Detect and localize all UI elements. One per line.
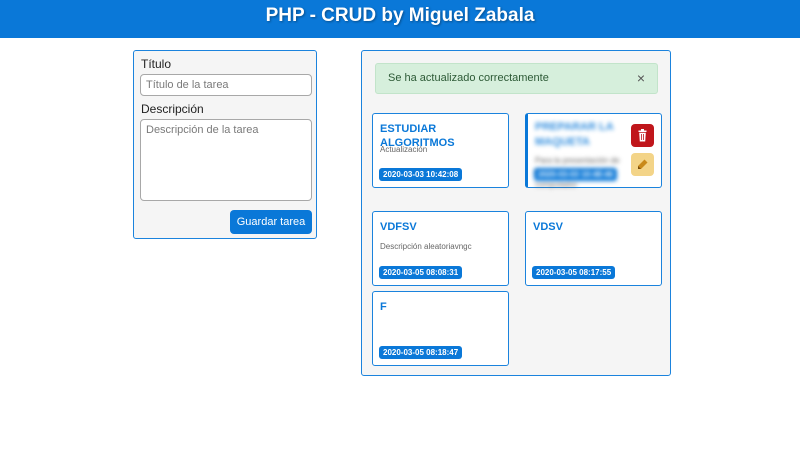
title-input[interactable]: [140, 74, 312, 96]
save-task-button[interactable]: Guardar tarea: [230, 210, 312, 234]
task-date-badge: 2020-03-05 08:17:55: [532, 266, 616, 279]
task-date-badge: 2020-03-03 10:48:46: [534, 168, 618, 181]
pencil-icon: [638, 159, 648, 169]
task-card[interactable]: ESTUDIAR ALGORITMOS Actualización 2020-0…: [372, 113, 509, 188]
description-textarea[interactable]: [140, 119, 312, 201]
success-alert: Se ha actualizado correctamente ×: [375, 63, 658, 94]
task-date-badge: 2020-03-03 10:42:08: [379, 168, 463, 181]
task-card[interactable]: F 2020-03-05 08:18:47: [372, 291, 509, 366]
task-list-panel: Se ha actualizado correctamente × ESTUDI…: [361, 50, 671, 376]
task-description: Actualización: [380, 145, 428, 154]
task-title: PREPARAR LA MAQUETA: [535, 121, 614, 148]
trash-icon: [638, 129, 647, 142]
task-title: F: [380, 301, 387, 313]
app-header: PHP - CRUD by Miguel Zabala: [0, 0, 800, 38]
description-label: Descripción: [141, 102, 204, 116]
app-title: PHP - CRUD by Miguel Zabala: [265, 5, 535, 26]
task-card[interactable]: VDFSV Descripción aleatoriavngc 2020-03-…: [372, 211, 509, 286]
task-date-badge: 2020-03-05 08:08:31: [379, 266, 463, 279]
task-description: Descripción aleatoriavngc: [380, 242, 472, 251]
task-date-badge: 2020-03-05 08:18:47: [379, 346, 463, 359]
task-form: Título Descripción Guardar tarea: [133, 50, 317, 239]
alert-message: Se ha actualizado correctamente: [388, 72, 549, 84]
task-card-selected[interactable]: PREPARAR LA MAQUETA Para la presentación…: [525, 113, 662, 189]
title-label: Título: [141, 57, 172, 71]
alert-close-button[interactable]: ×: [637, 64, 645, 93]
task-title: VDSV: [533, 221, 563, 233]
edit-task-button[interactable]: [631, 153, 654, 176]
delete-task-button[interactable]: [631, 124, 654, 147]
task-title: VDFSV: [380, 221, 417, 233]
task-card[interactable]: VDSV 2020-03-05 08:17:55: [525, 211, 662, 286]
